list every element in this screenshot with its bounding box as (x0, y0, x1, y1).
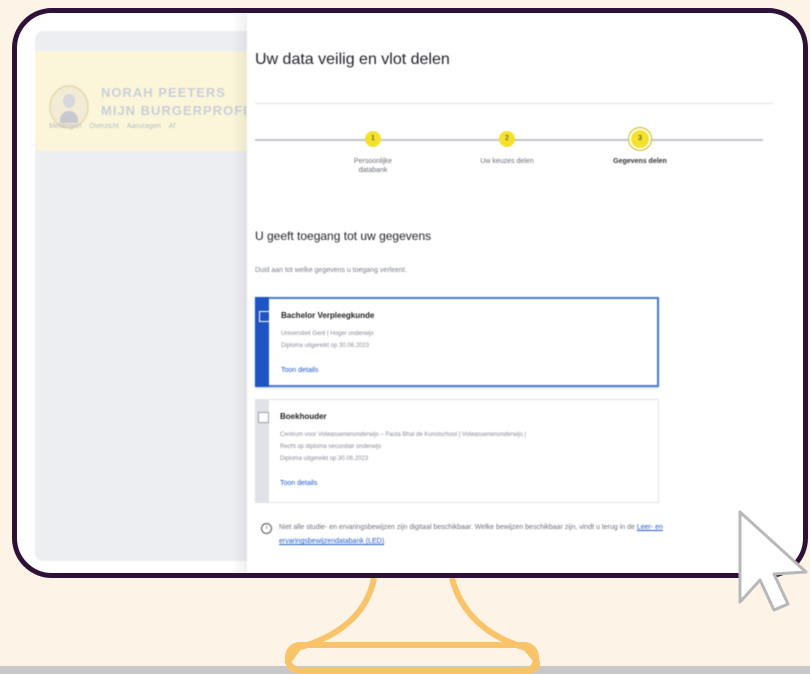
step-3-marker: 3 (631, 130, 649, 148)
nav-item-overzicht[interactable]: Overzicht (89, 123, 119, 130)
profile-header: NORAH PEETERS MIJN BURGERPROFIEL (35, 51, 265, 151)
divider (255, 103, 773, 104)
screen: NORAH PEETERS MIJN BURGERPROFIEL Melding… (17, 13, 803, 573)
dialog-shadow (231, 13, 247, 573)
profile-name: NORAH PEETERS (101, 85, 226, 100)
card-line: Diploma uitgereikt op 30.06.2023 (281, 343, 370, 349)
nav-item-more[interactable]: Af (169, 123, 176, 130)
show-details-link[interactable]: Toon details (280, 480, 317, 487)
credential-card-boekhouder[interactable]: Boekhouder Centrum voor Volwassenenonder… (255, 399, 659, 503)
card-line: Centrum voor Volwassenenonderwijs – Past… (280, 432, 526, 438)
card-line: Recht op diploma secundair onderwijs (280, 444, 382, 450)
intro-text: Duid aan tot welke gegevens u toegang ve… (255, 267, 407, 274)
step-1-marker: 1 (365, 131, 381, 147)
card-title: Boekhouder (280, 412, 327, 421)
share-dialog: Uw data veilig en vlot delen 1 Persoonli… (247, 13, 803, 573)
card-title: Bachelor Verpleegkunde (281, 311, 375, 320)
dialog-title: Uw data veilig en vlot delen (255, 51, 450, 68)
card-checkbox[interactable] (258, 412, 269, 423)
nav-item-aanvragen[interactable]: Aanvragen (127, 123, 161, 130)
cursor-arrow-icon (738, 510, 808, 612)
info-text-suffix: . (384, 538, 387, 545)
nav-item-meldingen[interactable]: Meldingen (49, 123, 81, 130)
card-checkbox[interactable] (259, 311, 270, 322)
section-title: U geeft toegang tot uw gegevens (255, 229, 432, 243)
step-2-label: Uw keuzes delen (480, 158, 534, 165)
step-1-label-line2: databank (358, 167, 388, 174)
step-2-marker: 2 (499, 131, 515, 147)
step-1-label-line1: Persoonlijke (353, 158, 393, 165)
step-1-label: Persoonlijke databank (333, 157, 413, 175)
info-icon: i (261, 523, 272, 534)
monitor-frame: NORAH PEETERS MIJN BURGERPROFIEL Melding… (12, 8, 808, 578)
info-text-body: Niet alle studie- en ervaringsbewijzen z… (279, 524, 635, 531)
info-text: Niet alle studie- en ervaringsbewijzen z… (279, 521, 679, 549)
show-details-link[interactable]: Toon details (281, 367, 318, 374)
credential-card-bachelor[interactable]: Bachelor Verpleegkunde Universiteit Gent… (255, 297, 659, 387)
card-line: Diploma uitgereikt op 30.06.2023 (280, 456, 369, 462)
profile-nav: Meldingen Overzicht Aanvragen Af (49, 123, 175, 130)
step-3-label: Gegevens delen (613, 158, 667, 165)
profile-pane: NORAH PEETERS MIJN BURGERPROFIEL Melding… (35, 31, 265, 561)
card-line: Universiteit Gent | Hoger onderwijs (281, 331, 374, 337)
